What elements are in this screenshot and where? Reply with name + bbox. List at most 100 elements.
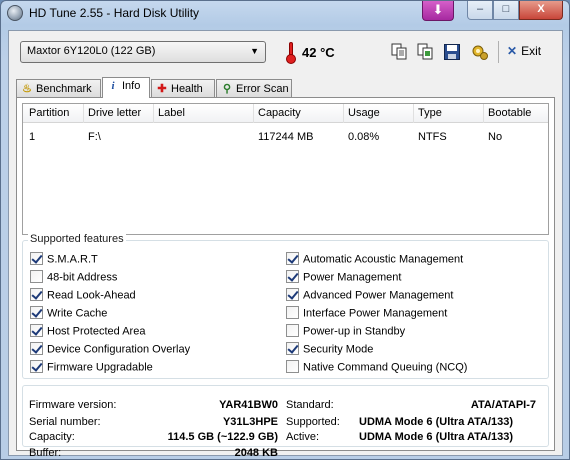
copy-text-icon[interactable] <box>390 43 408 61</box>
firmware-label: Firmware version: <box>29 399 117 411</box>
magnifier-icon: ⚲ <box>222 83 232 95</box>
capacity-label: Capacity: <box>29 431 75 443</box>
feature-checkbox[interactable]: Device Configuration Overlay <box>30 342 191 357</box>
chevron-down-icon: ▼ <box>250 46 259 56</box>
tab-error-scan-label: Error Scan <box>236 83 289 95</box>
cell-usage: 0.08% <box>348 131 380 143</box>
checkbox[interactable] <box>286 342 299 355</box>
supported-mode-value: UDMA Mode 6 (Ultra ATA/133) <box>359 416 514 428</box>
tab-info[interactable]: i Info <box>102 77 150 98</box>
feature-label: S.M.A.R.T <box>47 253 98 266</box>
feature-checkbox[interactable]: Power Management <box>286 270 402 285</box>
feature-checkbox[interactable]: Native Command Queuing (NCQ) <box>286 360 468 375</box>
supported-mode-label: Supported: <box>286 416 340 428</box>
toolbar: Maxtor 6Y120L0 (122 GB) ▼ 42 °C ✕ Exit <box>9 31 562 75</box>
column-header[interactable]: Drive letter <box>88 107 141 119</box>
feature-label: Advanced Power Management <box>303 289 454 302</box>
tab-benchmark-label: Benchmark <box>36 83 92 95</box>
drive-select[interactable]: Maxtor 6Y120L0 (122 GB) ▼ <box>20 41 266 63</box>
app-disk-icon <box>7 5 23 21</box>
title-bar[interactable]: HD Tune 2.55 - Hard Disk Utility ⬇ – □ X <box>1 1 569 25</box>
checkbox[interactable] <box>286 288 299 301</box>
cell-type: NTFS <box>418 131 447 143</box>
options-icon[interactable] <box>471 43 489 61</box>
buffer-label: Buffer: <box>29 447 62 459</box>
window-title: HD Tune 2.55 - Hard Disk Utility <box>29 6 200 20</box>
feature-checkbox[interactable]: Interface Power Management <box>286 306 447 321</box>
firmware-value: YAR41BW0 <box>219 399 278 411</box>
benchmark-icon: ♨ <box>22 83 32 95</box>
column-header[interactable]: Capacity <box>258 107 301 119</box>
capacity-value: 114.5 GB (~122.9 GB) <box>167 431 278 443</box>
checkbox[interactable] <box>30 324 43 337</box>
feature-checkbox[interactable]: Security Mode <box>286 342 374 357</box>
tab-info-label: Info <box>122 80 141 92</box>
partition-table-header: Partition Drive letter Label Capacity Us… <box>23 104 548 123</box>
feature-checkbox[interactable]: Power-up in Standby <box>286 324 406 339</box>
feature-checkbox[interactable]: Write Cache <box>30 306 108 321</box>
maximize-button[interactable]: □ <box>493 1 519 20</box>
checkbox[interactable] <box>286 306 299 319</box>
feature-label: Host Protected Area <box>47 325 146 338</box>
cell-partition: 1 <box>29 131 36 143</box>
main-area: Maxtor 6Y120L0 (122 GB) ▼ 42 °C ✕ Exit ♨… <box>8 30 563 459</box>
feature-label: Native Command Queuing (NCQ) <box>303 361 468 374</box>
drive-details-group: Firmware version: YAR41BW0 Serial number… <box>22 385 549 459</box>
feature-label: Power Management <box>303 271 402 284</box>
checkbox[interactable] <box>286 270 299 283</box>
cell-bootable: No <box>488 131 503 143</box>
feature-label: Device Configuration Overlay <box>47 343 191 356</box>
feature-checkbox[interactable]: Automatic Acoustic Management <box>286 252 463 267</box>
exit-label: Exit <box>521 44 542 58</box>
feature-label: 48-bit Address <box>47 271 118 284</box>
checkbox[interactable] <box>30 252 43 265</box>
cell-drive-letter: F:\ <box>88 131 101 143</box>
checkbox[interactable] <box>30 306 43 319</box>
minimize-button[interactable]: – <box>467 1 493 20</box>
column-header[interactable]: Type <box>418 107 442 119</box>
checkbox[interactable] <box>30 360 43 373</box>
checkbox[interactable] <box>30 342 43 355</box>
feature-checkbox[interactable]: 48-bit Address <box>30 270 118 285</box>
checkbox[interactable] <box>286 324 299 337</box>
tab-health[interactable]: ✚ Health <box>151 79 215 97</box>
close-button[interactable]: X <box>519 1 563 20</box>
checkbox[interactable] <box>286 252 299 265</box>
tab-error-scan[interactable]: ⚲ Error Scan <box>216 79 292 97</box>
temperature-readout: 42 °C <box>302 45 335 60</box>
drive-select-value: Maxtor 6Y120L0 (122 GB) <box>27 45 156 57</box>
exit-x-icon: ✕ <box>507 44 518 58</box>
column-header[interactable]: Usage <box>348 107 380 119</box>
copy-screenshot-icon[interactable] <box>416 43 434 61</box>
feature-checkbox[interactable]: Read Look-Ahead <box>30 288 136 303</box>
feature-checkbox[interactable]: Firmware Upgradable <box>30 360 153 375</box>
active-mode-label: Active: <box>286 431 320 443</box>
feature-checkbox[interactable]: Advanced Power Management <box>286 288 454 303</box>
checkbox[interactable] <box>30 288 43 301</box>
column-header[interactable]: Label <box>158 107 185 119</box>
serial-value: Y31L3HPE <box>222 416 278 428</box>
feature-label: Read Look-Ahead <box>47 289 136 302</box>
info-icon: i <box>111 80 115 92</box>
feature-label: Power-up in Standby <box>303 325 406 338</box>
partition-table[interactable]: Partition Drive letter Label Capacity Us… <box>22 103 549 235</box>
feature-checkbox[interactable]: S.M.A.R.T <box>30 252 98 267</box>
feature-checkbox[interactable]: Host Protected Area <box>30 324 146 339</box>
feature-label: Write Cache <box>47 307 108 320</box>
active-mode-value: UDMA Mode 6 (Ultra ATA/133) <box>359 431 514 443</box>
tab-benchmark[interactable]: ♨ Benchmark <box>16 79 101 97</box>
standard-value: ATA/ATAPI-7 <box>470 399 536 411</box>
buffer-value: 2048 KB <box>234 447 278 459</box>
serial-label: Serial number: <box>29 416 101 428</box>
column-header[interactable]: Partition <box>29 107 69 119</box>
feature-label: Security Mode <box>303 343 374 356</box>
toolbar-separator <box>498 41 499 63</box>
checkbox[interactable] <box>30 270 43 283</box>
app-window: HD Tune 2.55 - Hard Disk Utility ⬇ – □ X… <box>0 0 570 460</box>
group-title: Supported features <box>28 233 126 245</box>
checkbox[interactable] <box>286 360 299 373</box>
column-header[interactable]: Bootable <box>488 107 531 119</box>
download-arrow-icon[interactable]: ⬇ <box>422 1 454 21</box>
exit-button[interactable]: ✕ Exit <box>507 44 541 58</box>
save-icon[interactable] <box>443 43 461 61</box>
